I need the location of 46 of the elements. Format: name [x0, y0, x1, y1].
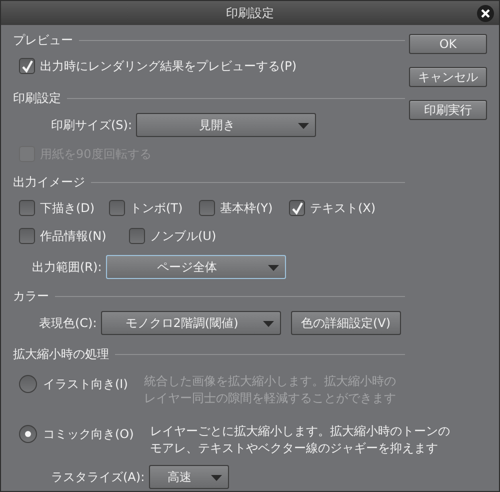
- section-title: カラー: [13, 288, 49, 305]
- checkbox-label: トンボ(T): [130, 200, 183, 217]
- description-text: モアレ、テキストやベクター線のジャギーを抑えます: [150, 440, 439, 457]
- close-button[interactable]: [477, 5, 494, 22]
- section-title: 印刷設定: [13, 90, 61, 107]
- caret-icon: [210, 475, 222, 481]
- section-title: プレビュー: [13, 32, 73, 49]
- checkbox[interactable]: [19, 200, 35, 216]
- dialog-button[interactable]: OK: [409, 34, 487, 54]
- checkbox[interactable]: [289, 200, 305, 216]
- caret-icon: [268, 265, 279, 271]
- dialog-button[interactable]: 印刷実行: [409, 100, 487, 120]
- section-title: 出力イメージ: [13, 174, 85, 191]
- radio-label: イラスト向き(I): [43, 376, 128, 393]
- field-label: 表現色(C):: [39, 315, 97, 332]
- checkbox[interactable]: [199, 200, 215, 216]
- dropdown[interactable]: 高速: [148, 465, 229, 489]
- caret-icon: [262, 321, 274, 327]
- field-label: 印刷サイズ(S):: [51, 117, 132, 134]
- checkbox-label: ノンブル(U): [150, 228, 216, 245]
- checkbox-label: テキスト(X): [310, 200, 376, 217]
- dropdown[interactable]: モノクロ2階調(閾値): [100, 311, 281, 335]
- check-icon: [20, 60, 34, 72]
- detail-button[interactable]: 色の詳細設定(V): [290, 311, 401, 335]
- check-icon: [290, 202, 304, 214]
- window-title: 印刷設定: [226, 5, 274, 22]
- dialog-button[interactable]: キャンセル: [409, 67, 487, 87]
- checkbox[interactable]: [109, 200, 125, 216]
- radio-button[interactable]: [19, 425, 37, 443]
- checkbox-label: 下描き(D): [40, 200, 95, 217]
- field-label: 出力範囲(R):: [32, 259, 102, 276]
- radio-button[interactable]: [19, 375, 37, 393]
- section-title: 拡大縮小時の処理: [13, 346, 109, 363]
- dropdown[interactable]: ページ全体: [106, 255, 286, 279]
- description-text: レイヤーごとに拡大縮小します。拡大縮小時のトーンの: [150, 423, 450, 440]
- checkbox-label: 出力時にレンダリング結果をプレビューする(P): [40, 58, 297, 75]
- checkbox-label: 基本枠(Y): [220, 200, 273, 217]
- radio-label: コミック向き(O): [43, 426, 134, 443]
- field-label: ラスタライズ(A):: [51, 469, 145, 486]
- dropdown[interactable]: 見開き: [136, 113, 316, 137]
- checkbox[interactable]: [19, 228, 35, 244]
- checkbox[interactable]: [19, 58, 35, 74]
- caret-icon: [298, 123, 310, 129]
- checkbox-label: 作品情報(N): [40, 228, 106, 245]
- close-icon: [481, 9, 490, 18]
- checkbox[interactable]: [129, 228, 145, 244]
